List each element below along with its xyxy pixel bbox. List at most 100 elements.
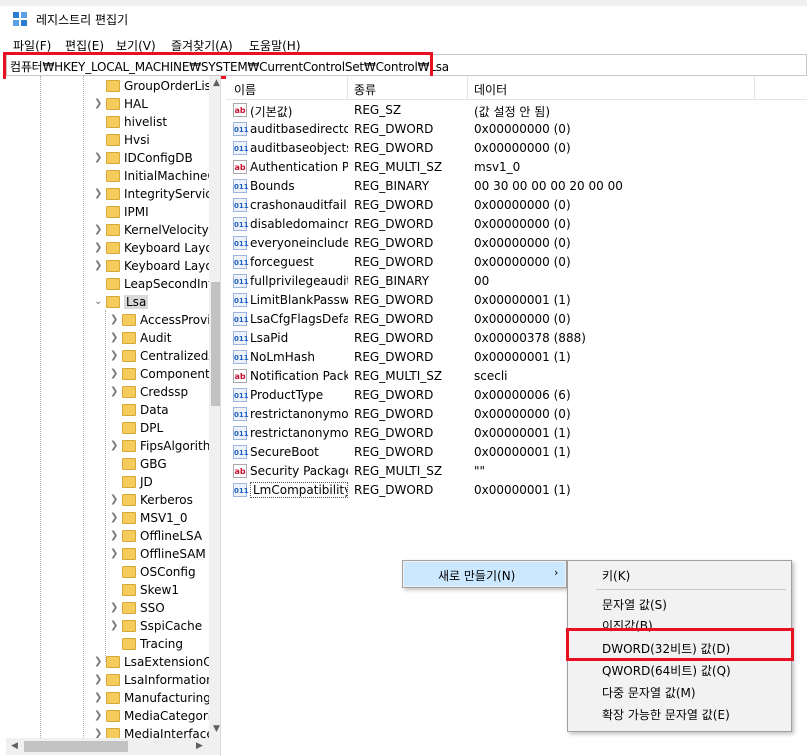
- chevron-right-icon[interactable]: ❯: [110, 440, 120, 451]
- new-submenu: 키(K) 문자열 값(S) 이진값(B) DWORD(32비트) 값(D) QW…: [567, 560, 792, 732]
- value-row[interactable]: abNotification PackagesREG_MULTI_SZscecl…: [226, 367, 807, 386]
- value-row[interactable]: ab (기본값) REG_SZ (값 설정 안 됨): [226, 101, 807, 120]
- chevron-right-icon[interactable]: ❯: [110, 494, 120, 505]
- chevron-right-icon[interactable]: ❯: [94, 152, 104, 163]
- context-menu: 새로 만들기(N) ›: [402, 560, 567, 588]
- value-row[interactable]: 011LsaCfgFlagsDefaultREG_DWORD0x00000000…: [226, 310, 807, 329]
- scroll-up-icon[interactable]: ▲: [213, 78, 220, 88]
- value-row[interactable]: abSecurity PackagesREG_MULTI_SZ"": [226, 462, 807, 481]
- binary-value-icon: 011: [233, 293, 249, 307]
- scroll-down-icon[interactable]: ▼: [213, 724, 220, 734]
- menu-help[interactable]: 도움말(H): [249, 37, 301, 54]
- binary-value-icon: 011: [233, 217, 249, 231]
- binary-value-icon: 011: [233, 350, 249, 364]
- chevron-right-icon[interactable]: ❯: [110, 386, 120, 397]
- window-title: 레지스트리 편집기: [36, 13, 129, 27]
- scroll-left-icon[interactable]: ◀: [11, 741, 18, 751]
- chevron-right-icon[interactable]: ❯: [94, 260, 104, 271]
- chevron-right-icon[interactable]: ❯: [110, 332, 120, 343]
- value-row-editing[interactable]: 011LmCompatibilityLevelREG_DWORD0x000000…: [226, 481, 807, 500]
- chevron-right-icon[interactable]: ❯: [94, 98, 104, 109]
- binary-value-icon: 011: [233, 122, 249, 136]
- column-data[interactable]: 데이터: [474, 81, 507, 98]
- new-qword-value-item[interactable]: QWORD(64비트) 값(Q): [602, 662, 731, 679]
- list-header: 이름 종류 데이터: [226, 76, 807, 100]
- chevron-down-icon[interactable]: ⌄: [94, 296, 104, 307]
- binary-value-icon: 011: [233, 198, 249, 212]
- chevron-right-icon[interactable]: ❯: [94, 188, 104, 199]
- address-path[interactable]: 컴퓨터₩HKEY_LOCAL_MACHINE₩SYSTEM₩CurrentCon…: [10, 58, 449, 75]
- binary-value-icon: 011: [233, 388, 249, 402]
- value-row[interactable]: 011 SecureBoot REG_DWORD 0x00000001 (1): [226, 443, 807, 462]
- rename-field[interactable]: LmCompatibilityLevel: [250, 482, 348, 498]
- binary-value-icon: 011: [233, 445, 249, 459]
- chevron-right-icon[interactable]: ❯: [94, 674, 104, 685]
- value-row[interactable]: 011fullprivilegeauditingREG_BINARY00: [226, 272, 807, 291]
- tree-vertical-scrollbar[interactable]: ▲ ▼: [209, 76, 220, 738]
- value-row[interactable]: 011restrictanonymousREG_DWORD0x00000000 …: [226, 405, 807, 424]
- chevron-right-icon[interactable]: ❯: [110, 548, 120, 559]
- string-value-icon: ab: [233, 103, 247, 117]
- binary-value-icon: 011: [233, 141, 249, 155]
- scroll-thumb[interactable]: [211, 282, 220, 406]
- binary-value-icon: 011: [233, 426, 249, 440]
- scroll-right-icon[interactable]: ▶: [196, 741, 203, 751]
- chevron-right-icon[interactable]: ❯: [94, 224, 104, 235]
- value-row[interactable]: 011auditbasedirectoriesREG_DWORD0x000000…: [226, 120, 807, 139]
- value-row[interactable]: 011 ProductType REG_DWORD 0x00000006 (6): [226, 386, 807, 405]
- key-tree-pane[interactable]: GroupOrderList ❯ HAL hivelist Hvsi ❯ IDCon…: [6, 76, 221, 756]
- new-multi-string-item[interactable]: 다중 문자열 값(M): [602, 684, 696, 701]
- value-row[interactable]: 011 Bounds REG_BINARY 00 30 00 00 00 20 00 …: [226, 177, 807, 196]
- binary-value-icon: 011: [233, 255, 249, 269]
- scroll-thumb[interactable]: [24, 741, 128, 752]
- value-row[interactable]: 011LimitBlankPasswordUseREG_DWORD0x00000…: [226, 291, 807, 310]
- value-row[interactable]: 011restrictanonymoussamREG_DWORD0x000000…: [226, 424, 807, 443]
- menu-file[interactable]: 파일(F): [13, 37, 51, 54]
- string-value-icon: ab: [233, 464, 247, 478]
- value-row[interactable]: abAuthentication PackagesREG_MULTI_SZmsv…: [226, 158, 807, 177]
- binary-value-icon: 011: [233, 274, 249, 288]
- string-value-icon: ab: [233, 160, 247, 174]
- new-expandable-string-item[interactable]: 확장 가능한 문자열 값(E): [602, 706, 730, 723]
- binary-value-icon: 011: [233, 331, 249, 345]
- menu-view[interactable]: 보기(V): [116, 37, 156, 54]
- chevron-right-icon[interactable]: ❯: [94, 710, 104, 721]
- chevron-right-icon[interactable]: ❯: [94, 692, 104, 703]
- column-type[interactable]: 종류: [354, 81, 376, 98]
- value-row[interactable]: 011 NoLmHash REG_DWORD 0x00000001 (1): [226, 348, 807, 367]
- menu-favorites[interactable]: 즐겨찾기(A): [171, 37, 233, 54]
- menu-bar: 파일(F) 편집(E) 보기(V) 즐겨찾기(A) 도움말(H): [0, 34, 807, 54]
- binary-value-icon: 011: [233, 179, 249, 193]
- string-value-icon: ab: [233, 369, 247, 383]
- new-binary-value-item[interactable]: 이진값(B): [602, 617, 653, 634]
- value-row[interactable]: 011disabledomaincredsREG_DWORD0x00000000…: [226, 215, 807, 234]
- value-row[interactable]: 011 LsaPid REG_DWORD 0x00000378 (888): [226, 329, 807, 348]
- new-key-item[interactable]: 키(K): [602, 567, 630, 584]
- chevron-right-icon[interactable]: ❯: [94, 656, 104, 667]
- value-row[interactable]: 011 auditbaseobjects REG_DWORD 0x00000000 (…: [226, 139, 807, 158]
- chevron-right-icon[interactable]: ❯: [110, 602, 120, 613]
- chevron-right-icon[interactable]: ❯: [110, 314, 120, 325]
- value-row[interactable]: 011 crashonauditfail REG_DWORD 0x00000000 (…: [226, 196, 807, 215]
- new-menu-item[interactable]: 새로 만들기(N) ›: [404, 562, 565, 586]
- chevron-right-icon[interactable]: ❯: [110, 620, 120, 631]
- registry-editor-icon: [13, 12, 27, 26]
- chevron-right-icon[interactable]: ❯: [94, 242, 104, 253]
- tree-horizontal-scrollbar[interactable]: ◀ ▶: [6, 738, 220, 755]
- value-row[interactable]: 011everyoneincludesanonymousREG_DWORD0x0…: [226, 234, 807, 253]
- chevron-right-icon[interactable]: ❯: [110, 530, 120, 541]
- binary-value-icon: 011: [233, 483, 249, 497]
- chevron-right-icon[interactable]: ❯: [110, 350, 120, 361]
- chevron-right-icon[interactable]: ❯: [110, 512, 120, 523]
- title-bar: 레지스트리 편집기: [0, 6, 807, 32]
- submenu-arrow-icon: ›: [554, 566, 559, 579]
- menu-edit[interactable]: 편집(E): [65, 37, 104, 54]
- new-dword-value-item[interactable]: DWORD(32비트) 값(D): [602, 640, 730, 657]
- binary-value-icon: 011: [233, 407, 249, 421]
- column-name[interactable]: 이름: [234, 81, 256, 98]
- value-row[interactable]: 011 forceguest REG_DWORD 0x00000000 (0): [226, 253, 807, 272]
- chevron-right-icon[interactable]: ❯: [110, 368, 120, 379]
- binary-value-icon: 011: [233, 236, 249, 250]
- address-bar[interactable]: 컴퓨터₩HKEY_LOCAL_MACHINE₩SYSTEM₩CurrentCon…: [6, 54, 807, 76]
- new-string-value-item[interactable]: 문자열 값(S): [602, 596, 667, 613]
